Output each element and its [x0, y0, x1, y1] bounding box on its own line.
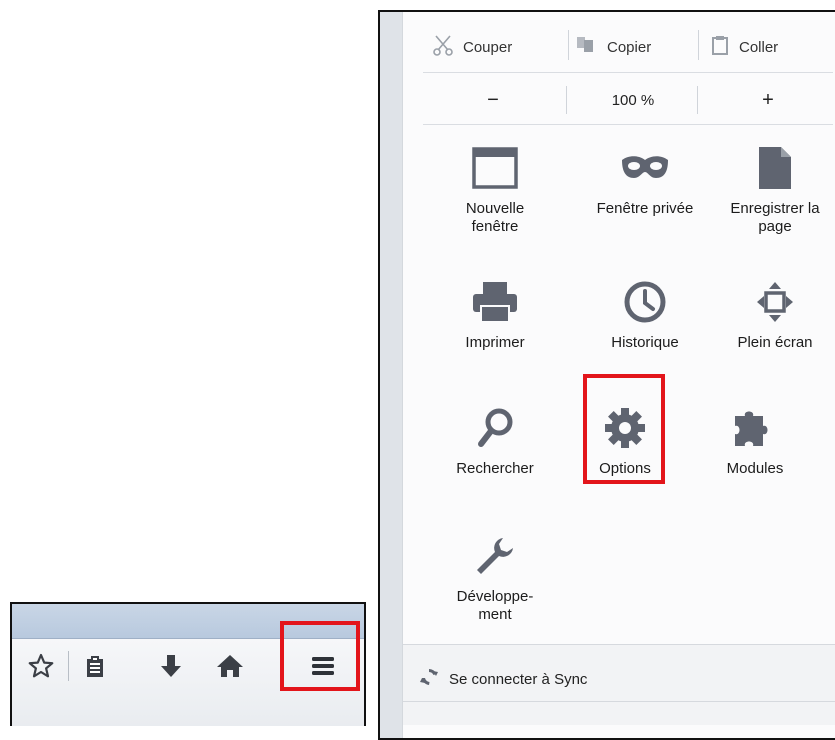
options-highlight — [583, 374, 665, 484]
search-icon — [430, 400, 560, 456]
printer-icon — [430, 274, 560, 330]
zoom-separator — [697, 86, 698, 114]
copy-label: Copier — [607, 38, 652, 56]
panel-left-strip — [380, 12, 402, 738]
reading-list-icon[interactable] — [74, 639, 114, 691]
cut-label: Couper — [463, 38, 513, 56]
sync-label: Se connecter à Sync — [449, 670, 588, 688]
home-icon[interactable] — [208, 639, 248, 691]
footer-divider — [403, 701, 835, 702]
addons-label: Modules — [726, 460, 784, 477]
history-button[interactable]: Historique — [580, 274, 710, 352]
scissors-icon — [433, 34, 453, 60]
search-label: Rechercher — [456, 460, 534, 477]
menu-button-highlight — [280, 621, 360, 691]
zoom-reset-button[interactable]: 100 % — [573, 82, 693, 118]
sync-button[interactable]: Se connecter à Sync — [419, 667, 587, 691]
edit-separator — [698, 30, 699, 60]
download-icon[interactable] — [150, 639, 190, 691]
save-page-button[interactable]: Enregistrer la page — [710, 140, 835, 236]
copy-button[interactable]: Copier — [575, 30, 651, 64]
zoom-in-button[interactable]: + — [723, 82, 813, 118]
edit-controls: Couper Copier Coller — [403, 30, 823, 64]
private-window-button[interactable]: Fenêtre privée — [580, 140, 710, 218]
print-button[interactable]: Imprimer — [430, 274, 560, 352]
private-window-label: Fenêtre privée — [596, 200, 694, 217]
zoom-grid-divider — [423, 124, 833, 125]
private-mask-icon — [580, 140, 710, 196]
cut-button[interactable]: Couper — [433, 30, 512, 64]
sync-icon — [419, 667, 439, 691]
search-button[interactable]: Rechercher — [430, 400, 560, 478]
star-icon[interactable] — [20, 639, 60, 691]
edit-separator — [568, 30, 569, 60]
paste-button[interactable]: Coller — [711, 30, 778, 64]
fullscreen-button[interactable]: Plein écran — [710, 274, 835, 352]
browser-toolbar-crop — [10, 602, 366, 726]
developer-label: Développe- ment — [456, 588, 534, 623]
new-window-label: Nouvelle fenêtre — [465, 200, 525, 235]
panel-footer: Se connecter à Sync — [403, 644, 835, 725]
developer-button[interactable]: Développe- ment — [430, 528, 560, 624]
new-window-button[interactable]: Nouvelle fenêtre — [430, 140, 560, 236]
fullscreen-label: Plein écran — [737, 334, 813, 351]
history-label: Historique — [611, 334, 679, 351]
panel-content: Couper Copier Coller − 100 % + Nouvelle … — [402, 12, 835, 738]
fullscreen-icon — [710, 274, 835, 330]
zoom-controls: − 100 % + — [403, 82, 823, 118]
print-label: Imprimer — [465, 334, 525, 351]
addons-button[interactable]: Modules — [690, 400, 820, 478]
history-clock-icon — [580, 274, 710, 330]
new-window-icon — [430, 140, 560, 196]
edit-zoom-divider — [423, 72, 833, 73]
zoom-separator — [566, 86, 567, 114]
paste-label: Coller — [739, 38, 779, 56]
clipboard-icon — [711, 34, 729, 60]
copy-icon — [575, 35, 597, 59]
puzzle-icon — [690, 400, 820, 456]
toolbar-separator — [68, 651, 69, 681]
save-page-icon — [710, 140, 835, 196]
firefox-menu-panel: Couper Copier Coller − 100 % + Nouvelle … — [378, 10, 835, 740]
zoom-out-button[interactable]: − — [443, 82, 543, 118]
save-page-label: Enregistrer la page — [730, 200, 820, 235]
wrench-icon — [430, 528, 560, 584]
